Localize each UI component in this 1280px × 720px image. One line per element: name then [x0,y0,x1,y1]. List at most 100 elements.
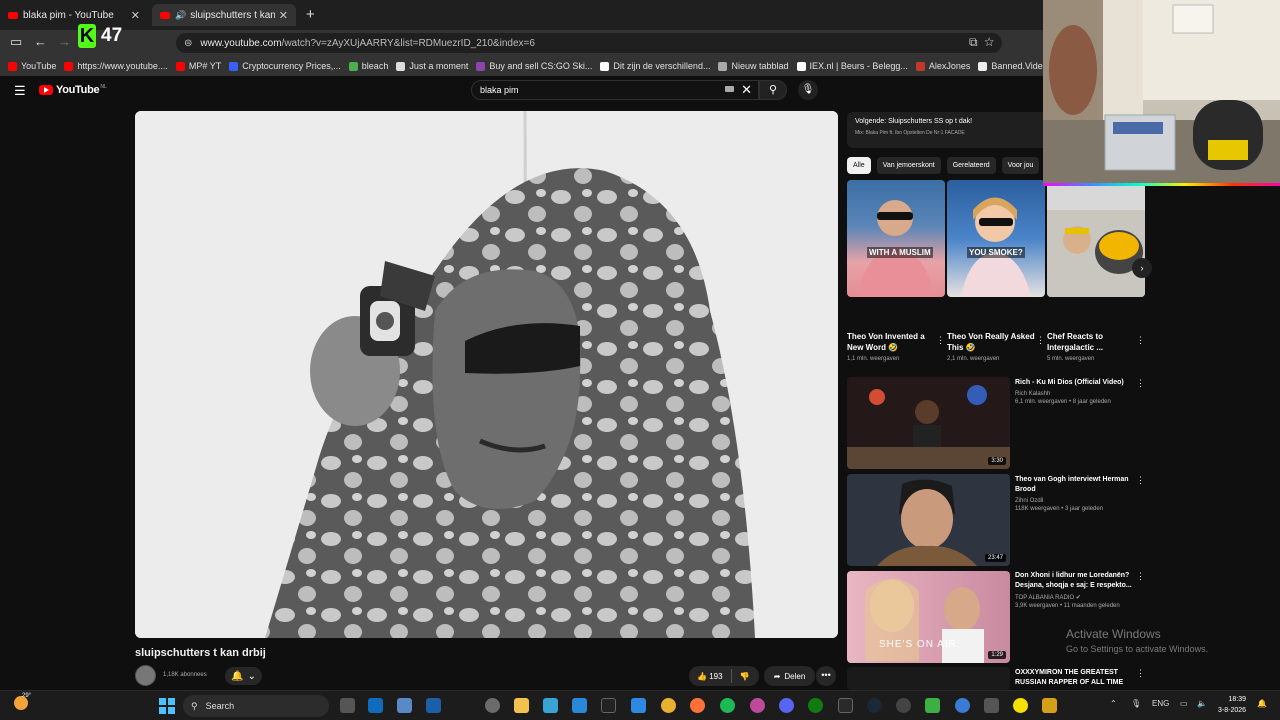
search-button[interactable]: ⚲ [759,80,787,100]
bookmark-star-icon[interactable]: ☆ [984,35,994,49]
app-icon[interactable] [925,698,940,713]
more-vert-icon[interactable]: ⋮ [1136,335,1145,346]
snapchat-icon[interactable] [1013,698,1028,713]
taskbar-search[interactable]: ⚲ Search [183,695,329,717]
weather-widget[interactable]: 29° [14,693,31,710]
back-arrow-icon[interactable]: ← [34,34,47,49]
settings-gear-icon[interactable] [485,698,500,713]
bookmark-item[interactable]: Buy and sell CS:GO Ski... [476,61,592,71]
app-icon[interactable] [955,698,970,713]
bookmark-item[interactable]: YouTube [8,61,56,71]
avatar[interactable] [135,665,156,686]
thumbs-down-icon[interactable]: 👎 [740,672,750,681]
bookmark-item[interactable]: Just a moment [396,61,468,71]
playlist-next-up[interactable]: Volgende: Sluipschutters SS op t dak! Mi… [847,112,1043,148]
spotify-icon[interactable] [720,698,735,713]
more-vert-icon[interactable]: ⋮ [1036,335,1045,346]
channel-name[interactable]: Rich Kalashh [1015,391,1135,397]
list-item[interactable] [847,667,1022,690]
chip-related[interactable]: Gerelateerd [946,157,996,174]
tab-current-video[interactable]: 🔊 sluipschutters t kan drbij - Y ✕ [152,4,296,26]
address-bar[interactable]: ⊜ www.youtube.com/watch?v=zAyXUjAARRY&li… [176,33,1002,53]
bookmark-item[interactable]: Banned.Video [978,61,1043,71]
video-player[interactable] [135,111,838,638]
bookmark-item[interactable]: Cryptocurrency Prices,... [229,61,341,71]
new-tab-plus-icon[interactable]: + [306,6,315,23]
bookmark-item[interactable]: https://www.youtube.... [64,61,168,71]
microphone-icon[interactable]: 🎙 [1131,699,1141,708]
tab-youtube-search[interactable]: blaka pim - YouTube ✕ [0,4,148,26]
list-item[interactable]: 3:30 [847,377,1022,469]
calculator-icon[interactable] [397,698,412,713]
itunes-icon[interactable] [750,698,765,713]
chip-from-channel[interactable]: Van jemoerskont [876,157,941,174]
video-title-link[interactable]: Rich - Ku Mi Dios (Official Video) [1015,378,1135,388]
subscription-bell-button[interactable]: 🔔 ⌄ [225,667,262,685]
close-icon[interactable]: ✕ [131,9,140,22]
store-icon[interactable] [572,698,587,713]
more-vert-icon[interactable]: ⋮ [1136,475,1145,486]
forward-arrow-icon[interactable]: → [58,34,71,49]
chrome-icon[interactable] [661,698,676,713]
search-input[interactable]: blaka pim ✕ [471,80,759,100]
chip-for-you[interactable]: Voor jou [1001,157,1040,174]
channel-name[interactable]: Zihni Ozdil [1015,498,1135,504]
chevron-up-icon[interactable]: ⌃ [1110,699,1117,708]
network-icon[interactable]: ▭ [1180,699,1188,708]
list-item[interactable]: SHE'S ON AIR 1:29 [847,571,1022,663]
discord-icon[interactable] [779,698,794,713]
app-icon[interactable] [984,698,999,713]
epic-games-icon[interactable] [838,698,853,713]
voice-search-button[interactable]: 🎙 [798,80,818,100]
list-item[interactable]: 23:47 [847,474,1022,566]
bookmark-item[interactable]: MP# YT [175,61,221,71]
thumbs-up-icon[interactable]: 👍 [697,672,707,681]
speaker-icon[interactable]: 🔊 [175,10,186,21]
bookmark-item[interactable]: AlexJones [915,61,970,71]
windows-start-icon[interactable] [159,698,175,714]
bookmark-item[interactable]: bleach [348,61,388,71]
language-indicator[interactable]: ENG [1152,699,1169,708]
install-app-icon[interactable]: ⧉ [969,35,978,49]
outlook-icon[interactable] [368,698,383,713]
steam-icon[interactable] [867,698,882,713]
close-icon[interactable]: ✕ [279,9,288,22]
clear-search-icon[interactable]: ✕ [741,82,752,98]
keyboard-icon[interactable] [725,86,734,92]
shorts-next-button[interactable]: › [1132,258,1152,278]
monitor-icon[interactable] [543,698,558,713]
site-info-icon[interactable]: ⊜ [184,38,192,49]
more-vert-icon[interactable]: ⋮ [1136,571,1145,582]
more-vert-icon[interactable]: ⋮ [1136,378,1145,389]
bookmark-item[interactable]: Nieuw tabblad [718,61,789,71]
file-explorer-icon[interactable] [514,698,529,713]
video-title-link[interactable]: Don Xhoni i lidhur me Loredanën? Desjana… [1015,571,1135,591]
short-card[interactable]: WITH A MUSLIM Theo Von Invented a New Wo… [847,180,945,362]
more-actions-button[interactable]: ••• [816,666,836,686]
xbox-icon[interactable] [808,698,823,713]
clock[interactable]: 18:39 3-8-2026 [1218,694,1246,716]
bookmark-item[interactable]: Dit zijn de verschillend... [600,61,710,71]
channel-name[interactable]: TOP ALBANIA RADIO ✔ [1015,594,1135,601]
share-button[interactable]: ➦ Delen [764,666,815,686]
short-card[interactable]: YOU SMOKE? Theo Von Really Asked This 🤣 … [947,180,1045,362]
photos-icon[interactable] [631,698,646,713]
task-view-icon[interactable] [340,698,355,713]
sidebar-toggle-icon[interactable]: ▭ [10,34,22,50]
chip-all[interactable]: Alle [847,157,871,174]
volume-icon[interactable]: 🔈 [1197,699,1207,708]
app-icon[interactable] [896,698,911,713]
video-title-link[interactable]: OXXXYMIRON THE GREATEST RUSSIAN RAPPER O… [1015,668,1135,688]
app-icon[interactable] [426,698,441,713]
bookmark-item[interactable]: IEX.nl | Beurs - Belegg... [796,61,908,71]
short-card[interactable]: Chef Reacts to Intergalactic ... 5 mln. … [1047,180,1145,362]
notification-bell-icon[interactable]: 🔔 [1257,699,1267,708]
more-vert-icon[interactable]: ⋮ [936,335,945,346]
firefox-icon[interactable] [690,698,705,713]
menu-icon[interactable]: ☰ [14,83,26,99]
terminal-icon[interactable] [601,698,616,713]
youtube-logo[interactable]: YouTube NL [39,84,107,96]
app-icon[interactable] [1042,698,1057,713]
more-vert-icon[interactable]: ⋮ [1136,668,1145,679]
video-title-link[interactable]: Theo van Gogh interviewt Herman Brood [1015,475,1135,495]
